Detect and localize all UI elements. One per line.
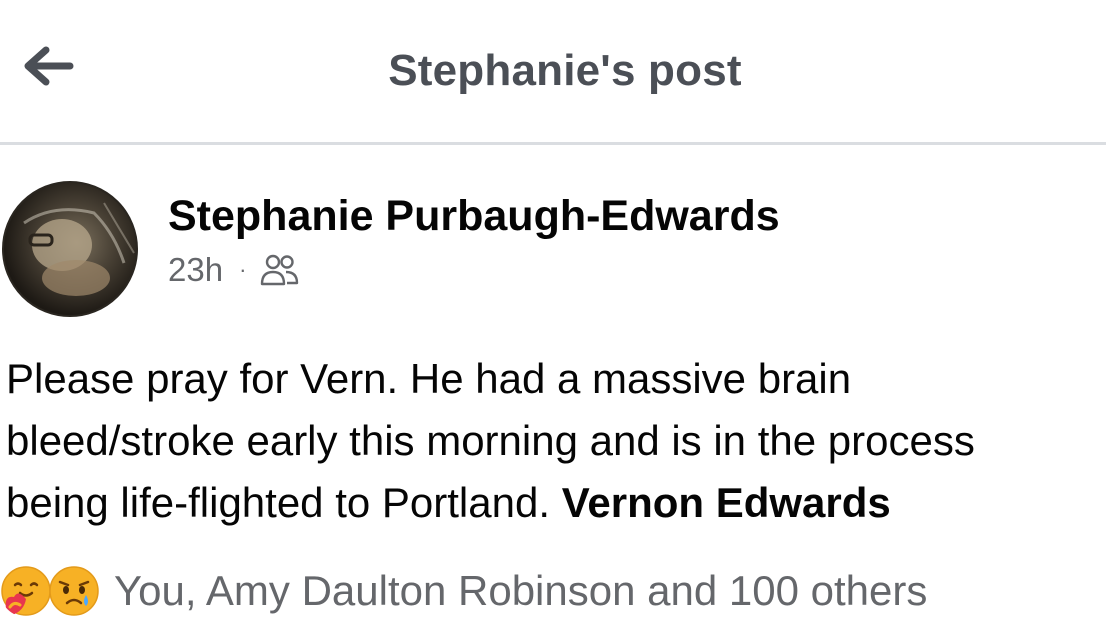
post-text-segment: being life-flighted to Portland. — [6, 479, 562, 526]
post-text-line: being life-flighted to Portland. Vernon … — [6, 472, 1106, 534]
tagged-user-link[interactable]: Vernon Edwards — [562, 479, 891, 526]
reactions-bar[interactable]: You, Amy Daulton Robinson and 100 others — [0, 561, 927, 621]
care-reaction-icon — [1, 566, 51, 616]
reaction-icons — [0, 563, 108, 619]
post-text-line: bleed/stroke early this morning and is i… — [6, 417, 975, 464]
author-name[interactable]: Stephanie Purbaugh-Edwards — [168, 192, 780, 241]
page-title: Stephanie's post — [388, 46, 742, 95]
top-bar: Stephanie's post — [0, 0, 1106, 145]
post-body: Please pray for Vern. He had a massive b… — [6, 348, 1106, 534]
post-timestamp[interactable]: 23h — [168, 251, 223, 289]
avatar-photo — [23, 202, 135, 296]
meta-separator: · — [239, 257, 247, 282]
reactions-summary[interactable]: You, Amy Daulton Robinson and 100 others — [114, 567, 927, 615]
friends-icon — [261, 254, 299, 286]
sad-reaction-icon — [49, 566, 99, 616]
post-text-line: Please pray for Vern. He had a massive b… — [6, 355, 852, 402]
avatar[interactable] — [2, 181, 138, 317]
post-meta: 23h · — [168, 250, 300, 290]
post-card: Stephanie Purbaugh-Edwards 23h · Please … — [0, 148, 1106, 625]
